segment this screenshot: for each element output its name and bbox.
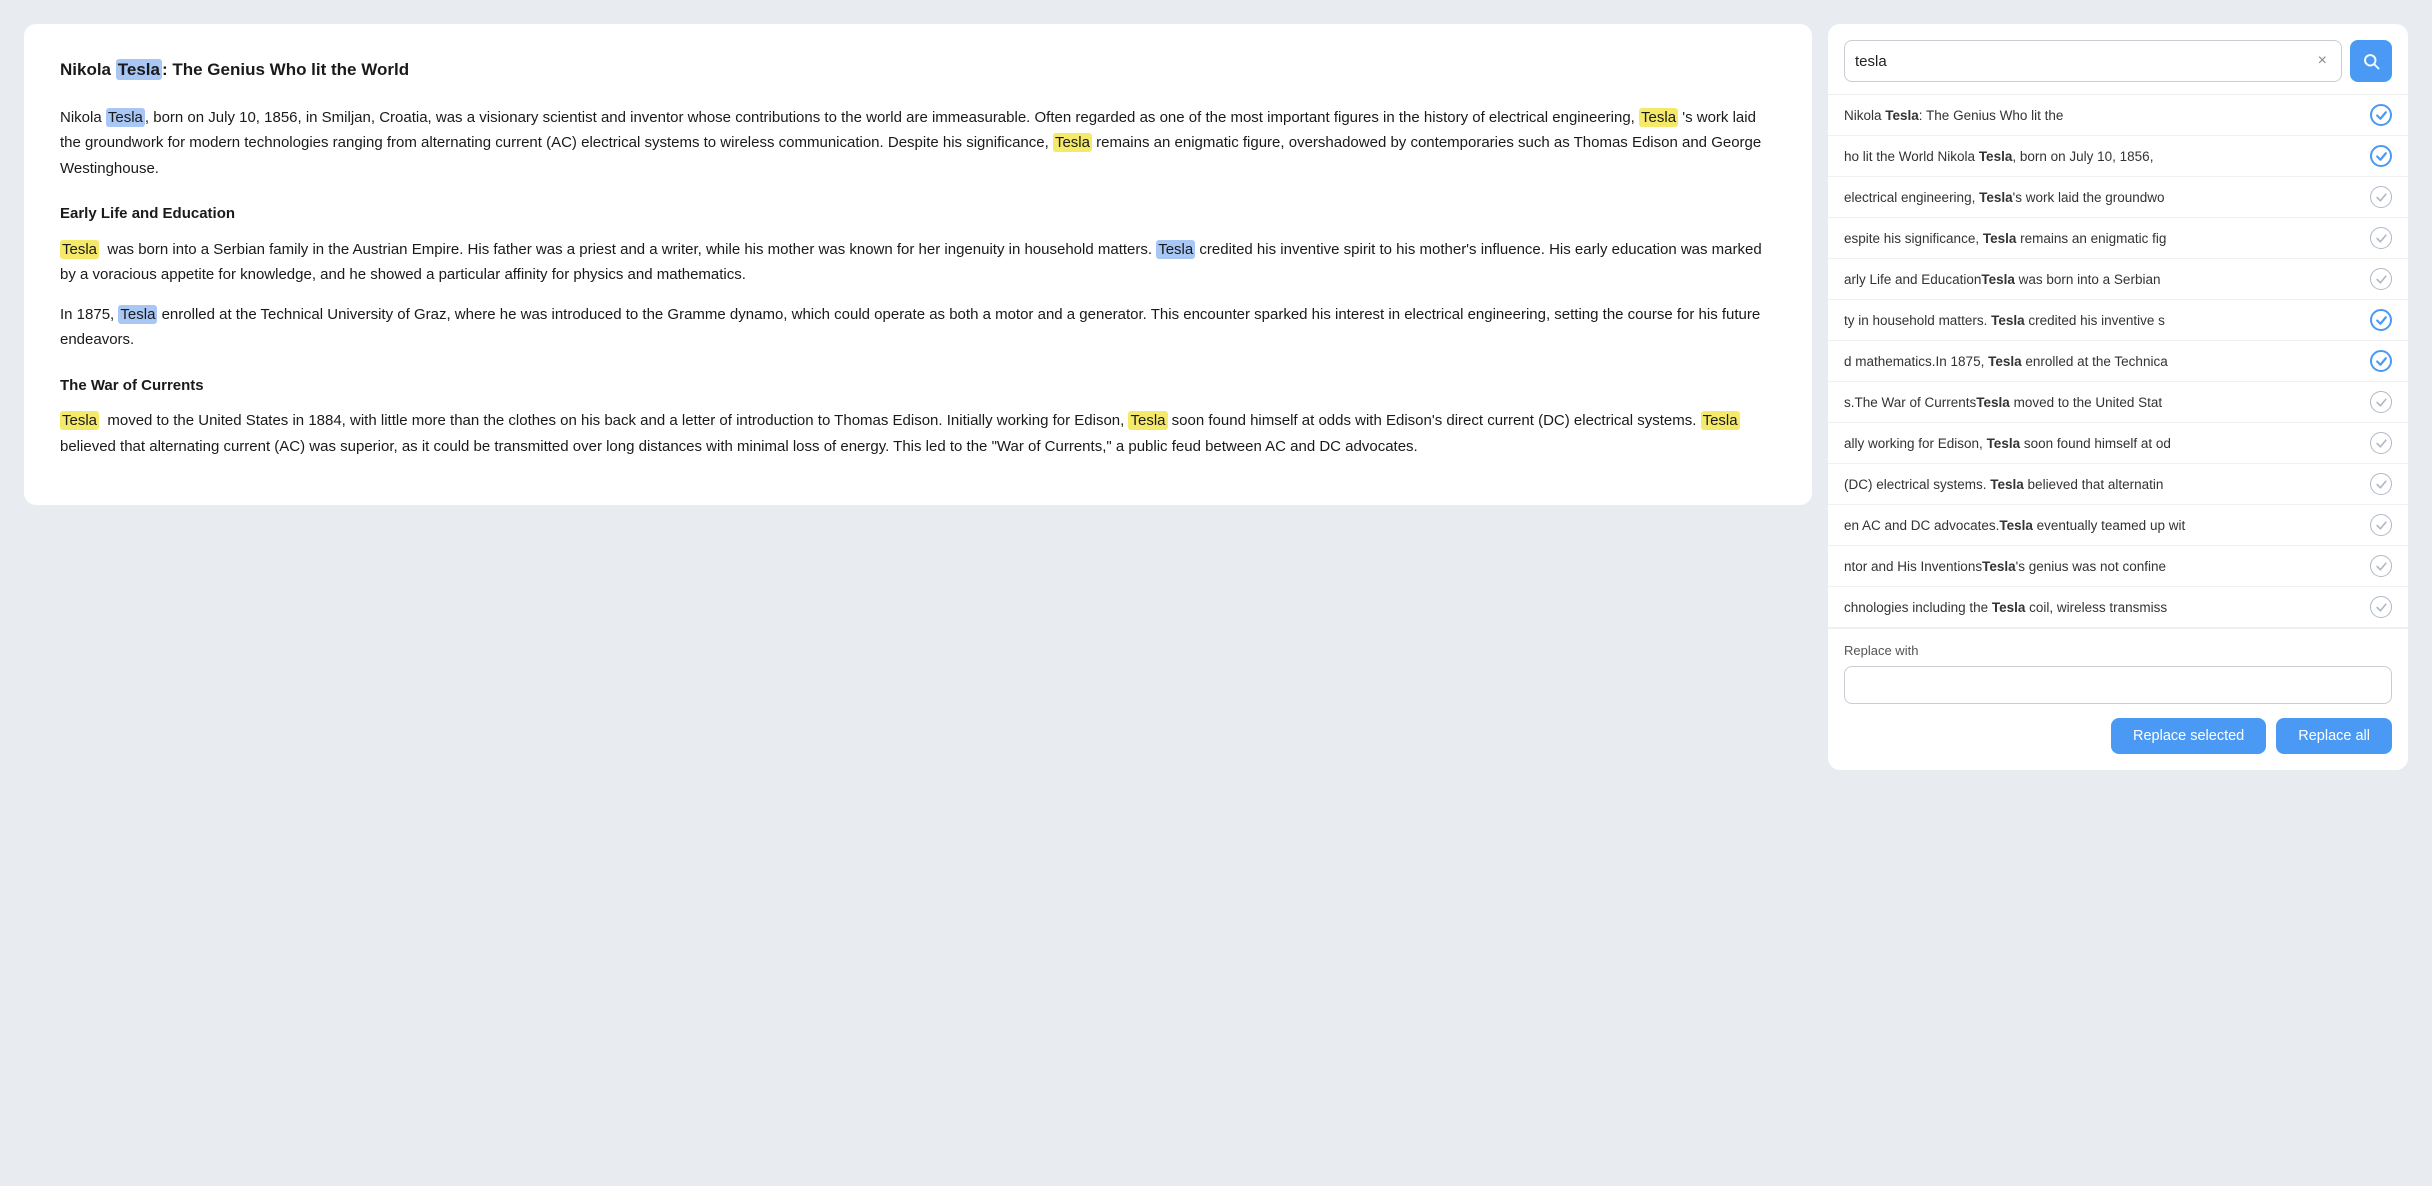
tesla-highlight-p4-2: Tesla xyxy=(1128,411,1167,430)
tesla-highlight-p1-3: Tesla xyxy=(1053,133,1092,152)
result-text: s.The War of CurrentsTesla moved to the … xyxy=(1844,395,2362,410)
section-heading-2: The War of Currents xyxy=(60,373,1776,399)
replace-buttons: Replace selected Replace all xyxy=(1844,718,2392,754)
check-icon[interactable] xyxy=(2370,514,2392,536)
result-item[interactable]: chnologies including the Tesla coil, wir… xyxy=(1828,587,2408,628)
replace-section: Replace with Replace selected Replace al… xyxy=(1828,628,2408,770)
check-icon[interactable] xyxy=(2370,555,2392,577)
tesla-highlight-title: Tesla xyxy=(116,59,162,80)
main-panel: Nikola Tesla: The Genius Who lit the Wor… xyxy=(24,24,1812,505)
result-item[interactable]: ty in household matters. Tesla credited … xyxy=(1828,300,2408,341)
paragraph-1: Nikola Tesla, born on July 10, 1856, in … xyxy=(60,105,1776,182)
check-icon[interactable] xyxy=(2370,596,2392,618)
search-button[interactable] xyxy=(2350,40,2392,82)
result-text: ally working for Edison, Tesla soon foun… xyxy=(1844,436,2362,451)
result-item[interactable]: ally working for Edison, Tesla soon foun… xyxy=(1828,423,2408,464)
result-text: d mathematics.In 1875, Tesla enrolled at… xyxy=(1844,354,2362,369)
result-item[interactable]: espite his significance, Tesla remains a… xyxy=(1828,218,2408,259)
tesla-highlight-p2-1: Tesla xyxy=(60,240,99,259)
result-item[interactable]: electrical engineering, Tesla's work lai… xyxy=(1828,177,2408,218)
check-icon[interactable] xyxy=(2370,473,2392,495)
replace-all-button[interactable]: Replace all xyxy=(2276,718,2392,754)
replace-label: Replace with xyxy=(1844,643,2392,658)
tesla-highlight-p3-1: Tesla xyxy=(118,305,157,324)
right-panel: tesla × Nikola Tesla: The Genius Who lit… xyxy=(1828,24,2408,770)
result-text: electrical engineering, Tesla's work lai… xyxy=(1844,190,2362,205)
result-item[interactable]: ntor and His InventionsTesla's genius wa… xyxy=(1828,546,2408,587)
result-text: espite his significance, Tesla remains a… xyxy=(1844,231,2362,246)
paragraph-2: Tesla was born into a Serbian family in … xyxy=(60,237,1776,288)
tesla-highlight-p4-3: Tesla xyxy=(1701,411,1740,430)
tesla-highlight-p1-1: Tesla xyxy=(106,108,145,127)
result-item[interactable]: ho lit the World Nikola Tesla, born on J… xyxy=(1828,136,2408,177)
result-text: Nikola Tesla: The Genius Who lit the xyxy=(1844,108,2362,123)
check-icon[interactable] xyxy=(2370,350,2392,372)
result-text: ho lit the World Nikola Tesla, born on J… xyxy=(1844,149,2362,164)
check-icon[interactable] xyxy=(2370,145,2392,167)
search-input-wrap: tesla × xyxy=(1844,40,2342,82)
check-icon[interactable] xyxy=(2370,104,2392,126)
result-item[interactable]: d mathematics.In 1875, Tesla enrolled at… xyxy=(1828,341,2408,382)
result-item[interactable]: Nikola Tesla: The Genius Who lit the xyxy=(1828,95,2408,136)
replace-input[interactable] xyxy=(1844,666,2392,704)
result-text: ty in household matters. Tesla credited … xyxy=(1844,313,2362,328)
result-text: en AC and DC advocates.Tesla eventually … xyxy=(1844,518,2362,533)
check-icon[interactable] xyxy=(2370,309,2392,331)
result-item[interactable]: arly Life and EducationTesla was born in… xyxy=(1828,259,2408,300)
tesla-highlight-p2-2: Tesla xyxy=(1156,240,1195,259)
clear-button[interactable]: × xyxy=(2314,53,2331,69)
result-text: ntor and His InventionsTesla's genius wa… xyxy=(1844,559,2362,574)
paragraph-4: Tesla moved to the United States in 1884… xyxy=(60,408,1776,459)
result-text: chnologies including the Tesla coil, wir… xyxy=(1844,600,2362,615)
search-bar: tesla × xyxy=(1828,24,2408,94)
check-icon[interactable] xyxy=(2370,186,2392,208)
paragraph-3: In 1875, Tesla enrolled at the Technical… xyxy=(60,302,1776,353)
result-text: arly Life and EducationTesla was born in… xyxy=(1844,272,2362,287)
result-item[interactable]: (DC) electrical systems. Tesla believed … xyxy=(1828,464,2408,505)
check-icon[interactable] xyxy=(2370,432,2392,454)
tesla-highlight-p4-1: Tesla xyxy=(60,411,99,430)
check-icon[interactable] xyxy=(2370,227,2392,249)
section-heading-1: Early Life and Education xyxy=(60,201,1776,227)
result-item[interactable]: en AC and DC advocates.Tesla eventually … xyxy=(1828,505,2408,546)
tesla-highlight-p1-2: Tesla xyxy=(1639,108,1678,127)
result-item[interactable]: s.The War of CurrentsTesla moved to the … xyxy=(1828,382,2408,423)
check-icon[interactable] xyxy=(2370,391,2392,413)
results-list: Nikola Tesla: The Genius Who lit the ho l… xyxy=(1828,94,2408,628)
check-icon[interactable] xyxy=(2370,268,2392,290)
document-title: Nikola Tesla: The Genius Who lit the Wor… xyxy=(60,56,1776,85)
search-icon xyxy=(2362,52,2380,70)
search-input[interactable]: tesla xyxy=(1855,53,2314,70)
result-text: (DC) electrical systems. Tesla believed … xyxy=(1844,477,2362,492)
replace-selected-button[interactable]: Replace selected xyxy=(2111,718,2266,754)
